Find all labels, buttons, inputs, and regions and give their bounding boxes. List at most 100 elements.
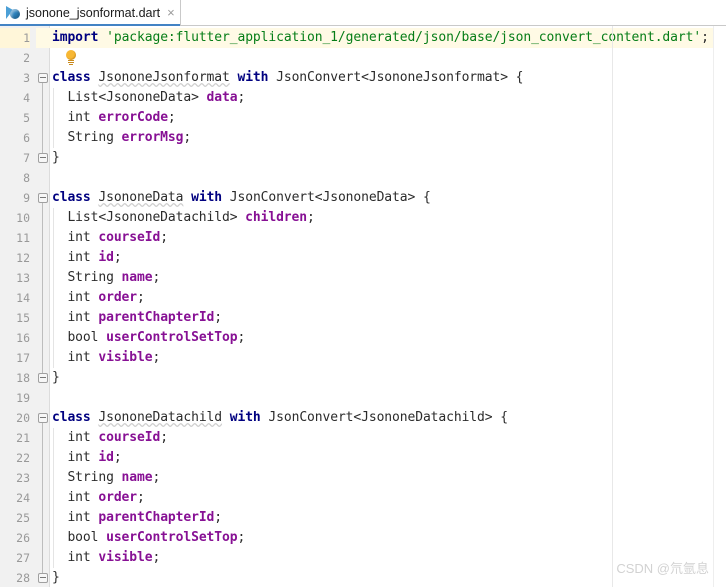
- token-typ: String: [52, 470, 122, 485]
- token-pun: ;: [113, 450, 122, 465]
- line-number: 20: [16, 411, 30, 425]
- code-text[interactable]: int order;: [52, 288, 144, 308]
- code-line[interactable]: 22 int id;: [0, 448, 726, 468]
- indent-guide: [53, 88, 54, 148]
- line-number: 12: [16, 251, 30, 265]
- lightbulb-icon[interactable]: [64, 50, 78, 66]
- code-text[interactable]: bool userControlSetTop;: [52, 528, 245, 548]
- token-kw: class: [52, 70, 91, 85]
- token-pun: }: [52, 150, 60, 165]
- fold-collapse-icon[interactable]: [38, 413, 48, 423]
- token-pun: [222, 190, 230, 205]
- fold-end-icon[interactable]: [38, 573, 48, 583]
- code-line[interactable]: 23 String name;: [0, 468, 726, 488]
- code-line[interactable]: 26 bool userControlSetTop;: [0, 528, 726, 548]
- code-text[interactable]: bool userControlSetTop;: [52, 328, 245, 348]
- code-text[interactable]: int courseId;: [52, 228, 168, 248]
- code-text[interactable]: class JsononeJsonformat with JsonConvert…: [52, 68, 524, 88]
- code-line[interactable]: 21 int courseId;: [0, 428, 726, 448]
- code-line[interactable]: 5 int errorCode;: [0, 108, 726, 128]
- line-number: 17: [16, 351, 30, 365]
- fold-region-line: [42, 423, 43, 573]
- code-text[interactable]: }: [52, 148, 60, 168]
- code-line[interactable]: 27 int visible;: [0, 548, 726, 568]
- code-text[interactable]: int parentChapterId;: [52, 308, 222, 328]
- token-pun: ;: [214, 310, 223, 325]
- code-line[interactable]: 4 List<JsononeData> data;: [0, 88, 726, 108]
- token-pun: ;: [160, 230, 168, 245]
- code-line[interactable]: 24 int order;: [0, 488, 726, 508]
- line-number: 19: [16, 391, 30, 405]
- code-text[interactable]: int id;: [52, 248, 121, 268]
- code-line[interactable]: 15 int parentChapterId;: [0, 308, 726, 328]
- code-text[interactable]: int order;: [52, 488, 145, 508]
- code-text[interactable]: String name;: [52, 468, 160, 488]
- line-number: 23: [16, 471, 30, 485]
- token-kw: with: [191, 190, 223, 205]
- code-line[interactable]: 16 bool userControlSetTop;: [0, 328, 726, 348]
- code-line[interactable]: 10 List<JsononeDatachild> children;: [0, 208, 726, 228]
- code-text[interactable]: class JsononeDatachild with JsonConvert<…: [52, 408, 508, 428]
- code-line[interactable]: 20 class JsononeDatachild with JsonConver…: [0, 408, 726, 428]
- fold-end-icon[interactable]: [38, 373, 48, 383]
- code-text[interactable]: int id;: [52, 448, 122, 468]
- code-text[interactable]: }: [52, 568, 60, 587]
- token-cls: JsononeJsonformat: [98, 70, 230, 85]
- close-icon[interactable]: ×: [167, 6, 175, 19]
- code-text[interactable]: class JsononeData with JsonConvert<Jsono…: [52, 188, 431, 208]
- code-line[interactable]: 12 int id;: [0, 248, 726, 268]
- code-text[interactable]: String errorMsg;: [52, 128, 191, 148]
- editor-tab-label: jsonone_jsonformat.dart: [26, 5, 161, 20]
- code-line[interactable]: 7}: [0, 148, 726, 168]
- code-text[interactable]: int visible;: [52, 348, 160, 368]
- token-kw: with: [229, 410, 261, 425]
- token-pun: [268, 70, 276, 85]
- code-line[interactable]: 3 class JsononeJsonformat with JsonConver…: [0, 68, 726, 88]
- code-line[interactable]: 25 int parentChapterId;: [0, 508, 726, 528]
- code-line[interactable]: 14 int order;: [0, 288, 726, 308]
- code-line[interactable]: 17 int visible;: [0, 348, 726, 368]
- code-text[interactable]: List<JsononeDatachild> children;: [52, 208, 314, 228]
- editor-tab-jsonone-jsonformat[interactable]: jsonone_jsonformat.dart ×: [0, 0, 181, 26]
- token-pun: ;: [237, 90, 246, 105]
- code-line[interactable]: 19: [0, 388, 726, 408]
- code-line[interactable]: 9 class JsononeData with JsonConvert<Json…: [0, 188, 726, 208]
- code-line[interactable]: 18}: [0, 368, 726, 388]
- code-text[interactable]: }: [52, 368, 60, 388]
- line-number: 22: [16, 451, 30, 465]
- fold-collapse-icon[interactable]: [38, 193, 48, 203]
- fold-end-icon[interactable]: [38, 153, 48, 163]
- code-text[interactable]: List<JsononeData> data;: [52, 88, 245, 108]
- code-text[interactable]: int errorCode;: [52, 108, 175, 128]
- token-typ: int: [52, 490, 99, 505]
- line-number: 25: [16, 511, 30, 525]
- token-typ: int: [52, 110, 99, 125]
- code-text[interactable]: import 'package:flutter_application_1/ge…: [52, 28, 709, 48]
- code-line[interactable]: 1 import 'package:flutter_application_1/g…: [0, 28, 726, 48]
- line-number: 4: [23, 91, 30, 105]
- token-typ: JsonConvert<JsononeJsonformat>: [276, 70, 508, 85]
- code-line[interactable]: 6 String errorMsg;: [0, 128, 726, 148]
- code-text[interactable]: int parentChapterId;: [52, 508, 222, 528]
- indent-guide: [53, 428, 54, 568]
- code-line[interactable]: 28}: [0, 568, 726, 587]
- token-pun: ;: [214, 510, 223, 525]
- code-text[interactable]: int visible;: [52, 548, 160, 568]
- fold-collapse-icon[interactable]: [38, 73, 48, 83]
- token-fld: visible: [98, 550, 153, 565]
- code-line[interactable]: 8: [0, 168, 726, 188]
- code-editor[interactable]: 1 import 'package:flutter_application_1/g…: [0, 26, 726, 587]
- token-pun: ;: [183, 130, 192, 145]
- code-line[interactable]: 2: [0, 48, 726, 68]
- code-text[interactable]: int courseId;: [52, 428, 168, 448]
- token-pun: ;: [137, 490, 145, 505]
- token-typ: List<JsononeDatachild>: [52, 210, 246, 225]
- code-line[interactable]: 11 int courseId;: [0, 228, 726, 248]
- code-text[interactable]: String name;: [52, 268, 160, 288]
- code-line[interactable]: 13 String name;: [0, 268, 726, 288]
- token-fld: name: [121, 270, 153, 285]
- line-number: 26: [16, 531, 30, 545]
- editor-tab-bar: jsonone_jsonformat.dart ×: [0, 0, 726, 26]
- token-typ: int: [52, 550, 99, 565]
- token-pun: [222, 410, 230, 425]
